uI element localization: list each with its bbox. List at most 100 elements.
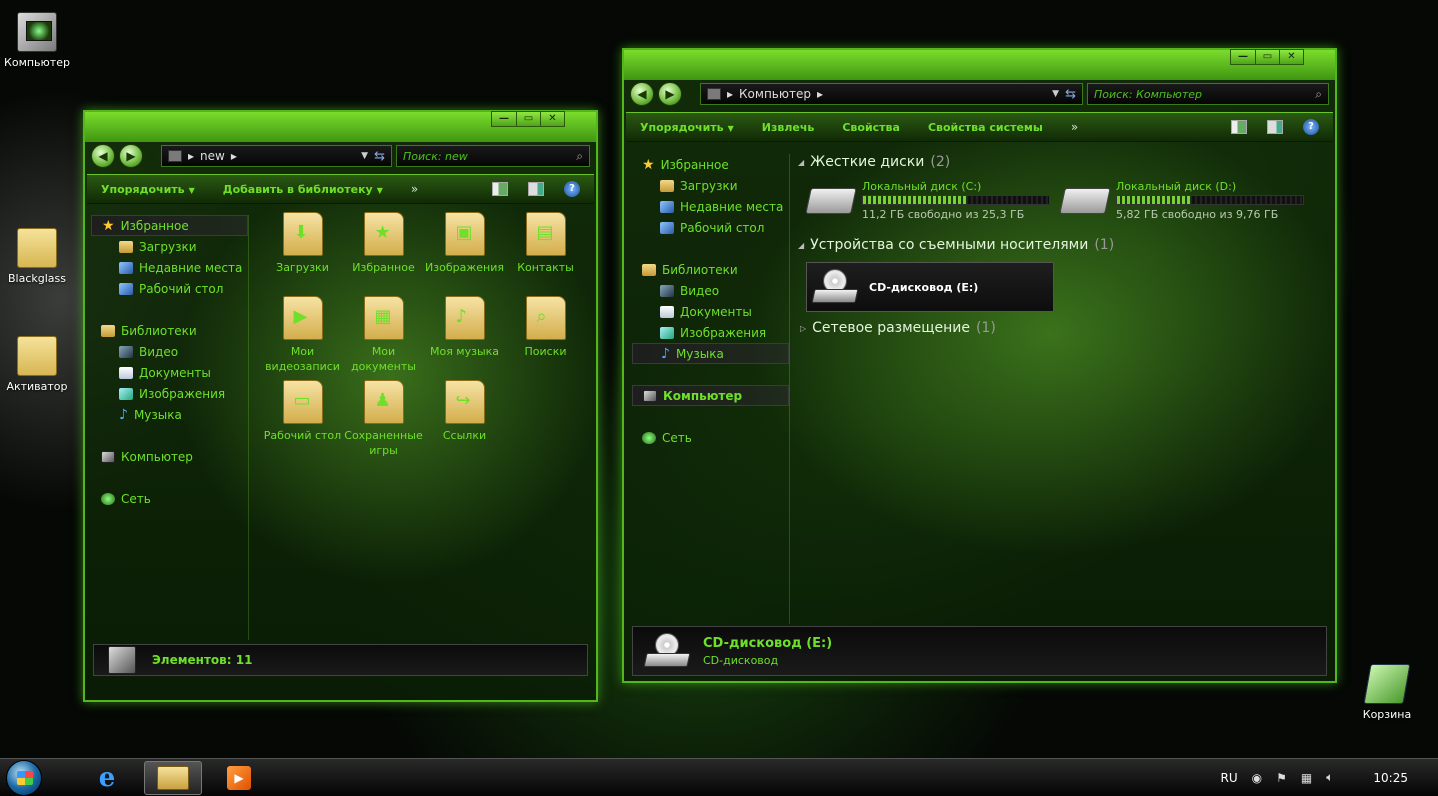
close-button[interactable]: ✕ — [540, 112, 564, 126]
preview-pane-icon[interactable] — [528, 182, 544, 196]
forward-button[interactable]: ▶ — [119, 144, 143, 168]
drive-d[interactable]: Локальный диск (D:) 5,82 ГБ свободно из … — [1059, 180, 1304, 221]
sidebar-item-libraries[interactable]: Библиотеки — [632, 259, 789, 280]
address-text[interactable]: Компьютер — [739, 87, 811, 101]
search-icon[interactable]: ⌕ — [1315, 87, 1322, 102]
section-network-locations[interactable]: ▷ Сетевое размещение (1) — [800, 320, 996, 336]
sidebar-item-pictures[interactable]: Изображения — [91, 383, 248, 404]
properties-button[interactable]: Свойства — [842, 121, 900, 134]
sidebar-item-recent-places[interactable]: Недавние места — [632, 196, 789, 217]
section-hard-disks[interactable]: ◢ Жесткие диски (2) — [798, 154, 950, 170]
search-input[interactable]: Поиск: new ⌕ — [396, 145, 590, 167]
help-icon[interactable]: ? — [1303, 119, 1319, 135]
sidebar-item-desktop[interactable]: Рабочий стол — [632, 217, 789, 238]
folder-icon — [17, 228, 57, 268]
folder-item[interactable]: ⬇ Загрузки — [262, 212, 343, 296]
sidebar-item-computer[interactable]: Компьютер — [632, 385, 789, 406]
cd-drive-icon — [643, 633, 691, 669]
minimize-button[interactable]: — — [1231, 50, 1255, 64]
desktop-icon-activator[interactable]: Активатор — [0, 336, 74, 393]
sidebar-item-favorites[interactable]: ★ Избранное — [632, 154, 789, 175]
taskbar-explorer[interactable] — [144, 760, 202, 795]
refresh-icon[interactable]: ⇆ — [374, 149, 385, 164]
refresh-icon[interactable]: ⇆ — [1065, 87, 1076, 102]
folder-item[interactable]: ★ Избранное — [343, 212, 424, 296]
more-commands-button[interactable]: » — [411, 182, 418, 196]
sidebar-item-libraries[interactable]: Библиотеки — [91, 320, 248, 341]
sidebar-item-recent-places[interactable]: Недавние места — [91, 257, 248, 278]
add-to-library-button[interactable]: Добавить в библиотеку ▼ — [223, 183, 383, 196]
action-center-flag-icon[interactable]: ⚑ — [1276, 771, 1287, 785]
star-icon: ★ — [642, 156, 655, 173]
folder-item[interactable]: ▭ Рабочий стол — [262, 380, 343, 464]
address-text[interactable]: new — [200, 149, 225, 163]
start-button[interactable] — [6, 759, 42, 796]
taskbar-internet-explorer[interactable]: e — [78, 761, 136, 795]
folder-item[interactable]: ▶ Мои видеозаписи — [262, 296, 343, 380]
folder-item[interactable]: ▤ Контакты — [505, 212, 586, 296]
address-bar[interactable]: ▸ Компьютер ▸ ▼ ⇆ — [700, 83, 1083, 105]
network-tray-icon[interactable]: ▦ — [1301, 771, 1312, 785]
close-button[interactable]: ✕ — [1279, 50, 1303, 64]
hard-drive-icon — [805, 188, 857, 214]
sidebar-item-downloads[interactable]: Загрузки — [91, 236, 248, 257]
sidebar-item-documents[interactable]: Документы — [632, 301, 789, 322]
sidebar-item-network[interactable]: Сеть — [632, 427, 789, 448]
address-bar[interactable]: ▸ new ▸ ▼ ⇆ — [161, 145, 392, 167]
view-options-icon[interactable] — [492, 182, 508, 196]
sidebar-item-video[interactable]: Видео — [632, 280, 789, 301]
preview-pane-icon[interactable] — [1267, 120, 1283, 134]
search-icon[interactable]: ⌕ — [576, 149, 583, 164]
location-icon — [168, 150, 182, 162]
sidebar-item-computer[interactable]: Компьютер — [91, 446, 248, 467]
recent-pages-dropdown[interactable]: ▾ — [686, 89, 696, 99]
drive-free-space: 5,82 ГБ свободно из 9,76 ГБ — [1116, 208, 1279, 221]
taskbar-media-player[interactable]: ▶ — [210, 761, 268, 795]
desktop-icon-blackglass[interactable]: Blackglass — [0, 228, 74, 285]
desktop-icon-computer[interactable]: Компьютер — [0, 12, 74, 69]
forward-button[interactable]: ▶ — [658, 82, 682, 106]
folder-item[interactable]: ↪ Ссылки — [424, 380, 505, 464]
folder-item[interactable]: ⌕ Поиски — [505, 296, 586, 380]
cd-drive-e[interactable]: CD-дисковод (E:) — [806, 262, 1054, 312]
drive-c[interactable]: Локальный диск (C:) 11,2 ГБ свободно из … — [805, 180, 1050, 221]
sidebar-item-network[interactable]: Сеть — [91, 488, 248, 509]
section-removable-storage[interactable]: ◢ Устройства со съемными носителями (1) — [798, 237, 1114, 253]
volume-icon[interactable]: 🔈︎ — [1326, 770, 1333, 785]
back-button[interactable]: ◀ — [91, 144, 115, 168]
sidebar-item-documents[interactable]: Документы — [91, 362, 248, 383]
address-dropdown-icon[interactable]: ▼ — [361, 151, 368, 161]
sidebar-item-downloads[interactable]: Загрузки — [632, 175, 789, 196]
view-options-icon[interactable] — [1231, 120, 1247, 134]
folder-item[interactable]: ♪ Моя музыка — [424, 296, 505, 380]
breadcrumb-arrow: ▸ — [727, 87, 734, 101]
folder-item[interactable]: ▣ Изображения — [424, 212, 505, 296]
help-icon[interactable]: ? — [564, 181, 580, 197]
sidebar-item-pictures[interactable]: Изображения — [632, 322, 789, 343]
organize-button[interactable]: Упорядочить ▼ — [101, 183, 195, 196]
language-indicator[interactable]: RU — [1220, 771, 1237, 785]
cd-drive-icon — [811, 269, 859, 305]
maximize-button[interactable]: ▭ — [516, 112, 540, 126]
desktop-icon-recycle-bin[interactable]: Корзина — [1350, 664, 1424, 721]
system-properties-button[interactable]: Свойства системы — [928, 121, 1043, 134]
folder-item[interactable]: ♟ Сохраненные игры — [343, 380, 424, 464]
sidebar-item-music[interactable]: ♪ Музыка — [91, 404, 248, 425]
search-input[interactable]: Поиск: Компьютер ⌕ — [1087, 83, 1329, 105]
sidebar-item-desktop[interactable]: Рабочий стол — [91, 278, 248, 299]
address-dropdown-icon[interactable]: ▼ — [1052, 89, 1059, 99]
tray-circle-icon[interactable]: ◉ — [1252, 771, 1262, 785]
minimize-button[interactable]: — — [492, 112, 516, 126]
back-button[interactable]: ◀ — [630, 82, 654, 106]
folder-item[interactable]: ▦ Мои документы — [343, 296, 424, 380]
organize-button[interactable]: Упорядочить ▼ — [640, 121, 734, 134]
recent-pages-dropdown[interactable]: ▾ — [147, 151, 157, 161]
sidebar-item-favorites[interactable]: ★ Избранное — [91, 215, 248, 236]
sidebar-item-music[interactable]: ♪ Музыка — [632, 343, 789, 364]
clock[interactable]: 10:25 — [1373, 771, 1408, 785]
eject-button[interactable]: Извлечь — [762, 121, 815, 134]
maximize-button[interactable]: ▭ — [1255, 50, 1279, 64]
sidebar-item-video[interactable]: Видео — [91, 341, 248, 362]
more-commands-button[interactable]: » — [1071, 120, 1078, 134]
collapse-triangle-icon: ◢ — [798, 240, 805, 250]
